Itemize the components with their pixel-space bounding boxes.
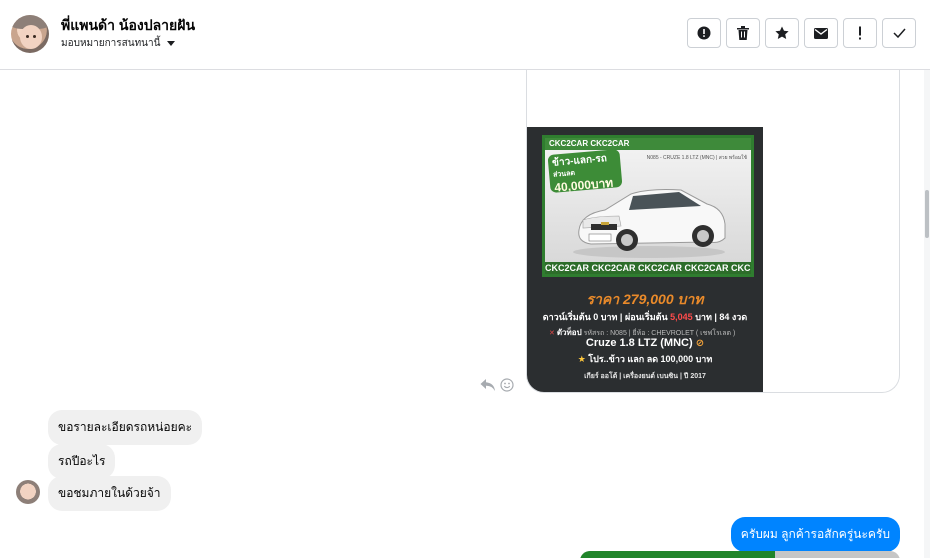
reply-icon[interactable] [480, 378, 496, 392]
incoming-message[interactable]: รถปีอะไร [48, 444, 116, 479]
contact-name[interactable]: พี่แพนด้า น้องปลายฝัน [61, 15, 195, 37]
ad-strip-top: CKC2CAR CKC2CAR [545, 138, 751, 150]
specs-detail: รหัสรถ : N085 | ยี่ห้อ : CHEVROLET ( เชฟ… [583, 330, 736, 337]
report-icon [697, 26, 711, 40]
ad-price: ราคา 279,000 บาท [586, 291, 704, 307]
follow-up-button[interactable] [843, 18, 877, 48]
close-mark-icon: ✕ [549, 330, 555, 337]
checkmark-icon [892, 28, 906, 38]
star-button[interactable] [765, 18, 799, 48]
incoming-message[interactable]: ขอชมภายในด้วยจ้า [48, 476, 171, 511]
contact-avatar[interactable] [11, 15, 49, 53]
outgoing-message[interactable]: ครับผม ลูกค้ารอสักครู่นะครับ [730, 517, 900, 552]
ad-promo-secondary: ★ โปร..ข้าว แลก ลด 100,000 บาท [527, 352, 763, 366]
report-button[interactable] [687, 18, 721, 48]
terms-installment: 5,045 [670, 312, 693, 322]
envelope-icon [814, 27, 828, 39]
car-photo: CKC2CAR CKC2CAR N085 - CRUZE 1.8 LTZ (MN… [542, 135, 754, 277]
header-actions [687, 18, 916, 48]
promo2-text: โปร..ข้าว แลก ลด 100,000 บาท [588, 354, 713, 364]
star-small-icon: ★ [577, 354, 586, 364]
outgoing-attachment-preview[interactable] [580, 551, 900, 558]
terms-suffix: บาท | 84 งวด [695, 312, 748, 322]
trash-icon [737, 26, 749, 40]
conversation-header: พี่แพนด้า น้องปลายฝัน มอบหมายการสนทนานี้ [0, 0, 930, 70]
ad-model: Cruze 1.8 LTZ (MNC) ⊘ [527, 337, 763, 349]
verified-icon: ⊘ [695, 338, 705, 349]
scrollbar[interactable] [924, 70, 930, 558]
message-thread[interactable]: CKC2CAR CKC2CAR N085 - CRUZE 1.8 LTZ (MN… [0, 70, 930, 558]
star-icon [775, 26, 789, 39]
outgoing-attachment-card[interactable]: CKC2CAR CKC2CAR N085 - CRUZE 1.8 LTZ (MN… [526, 70, 900, 393]
caret-down-icon [167, 41, 176, 46]
scrollbar-thumb[interactable] [925, 190, 929, 238]
car-icon [573, 189, 726, 258]
model-code: N085 - CRUZE 1.8 LTZ (MNC) | สวย พร้อมใช… [646, 155, 747, 161]
sender-avatar [16, 480, 40, 504]
assign-conversation-dropdown[interactable]: มอบหมายการสนทนานี้ [61, 36, 176, 51]
mark-unread-button[interactable] [804, 18, 838, 48]
delete-button[interactable] [726, 18, 760, 48]
exclamation-icon [859, 26, 861, 40]
car-listing-image[interactable]: CKC2CAR CKC2CAR N085 - CRUZE 1.8 LTZ (MN… [527, 127, 763, 392]
ad-footer: เกียร์ ออโต้ | เครื่องยนต์ เบนซิน | ปี 2… [584, 373, 706, 380]
terms-prefix: ดาวน์เริ่มต้น 0 บาท | ผ่อนเริ่มต้น [542, 312, 668, 322]
assign-conversation-label: มอบหมายการสนทนานี้ [61, 38, 161, 49]
model-name: Cruze 1.8 LTZ (MNC) [585, 337, 693, 349]
specs-tag: ตัวท็อป [556, 328, 582, 337]
mark-done-button[interactable] [882, 18, 916, 48]
ad-strip-bottom: CKC2CAR CKC2CAR CKC2CAR CKC2CAR CKC [545, 262, 751, 274]
ad-terms: ดาวน์เริ่มต้น 0 บาท | ผ่อนเริ่มต้น 5,045… [527, 310, 763, 324]
emoji-icon[interactable] [500, 378, 514, 392]
incoming-message[interactable]: ขอรายละเอียดรถหน่อยคะ [48, 410, 203, 445]
message-tools [480, 378, 514, 392]
